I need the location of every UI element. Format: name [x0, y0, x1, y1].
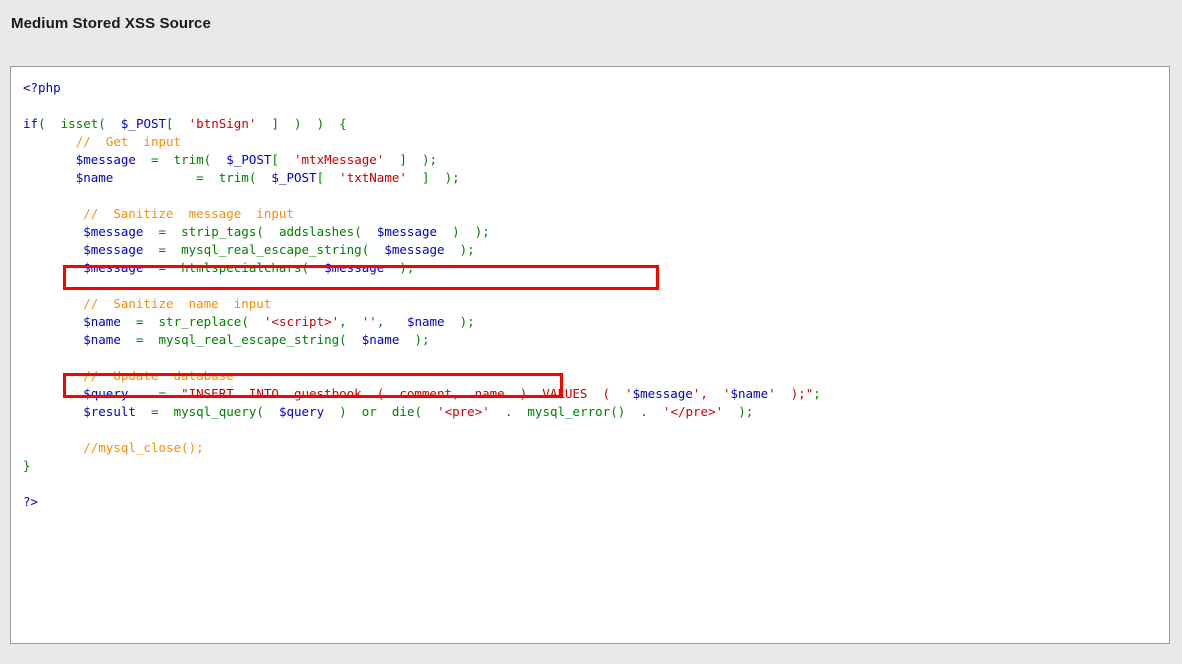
code-fn-mysql-real-escape-string: mysql_real_escape_string — [181, 242, 362, 257]
code-fn-str-replace: str_replace — [158, 314, 242, 329]
code-close-brace: } — [23, 458, 31, 473]
code-str-btnsign: 'btnSign' — [188, 116, 257, 131]
page-title: Medium Stored XSS Source — [11, 15, 211, 32]
code-str-pre-close: '</pre>' — [662, 404, 724, 419]
php-source-code: <?php if( isset( $_POST[ 'btnSign' ] ) )… — [23, 80, 821, 509]
code-php-close-tag: ?> — [23, 494, 39, 509]
code-comment-get-input: // Get input — [75, 134, 182, 149]
code-fn-mysql-error: mysql_error — [527, 404, 611, 419]
code-str-pre-open: '<pre>' — [437, 404, 490, 419]
code-php-open-tag: <?php — [23, 80, 61, 95]
code-comment-mysql-close: //mysql_close(); — [83, 440, 204, 455]
code-var-post: $_POST — [120, 116, 167, 131]
code-fn-isset: isset — [60, 116, 99, 131]
code-comment-sanitize-message: // Sanitize message input — [83, 206, 294, 221]
code-str-empty: '' — [361, 314, 377, 329]
code-str-script-tag: '<script>' — [263, 314, 340, 329]
code-keyword-if: if — [23, 116, 39, 131]
source-code-panel: <?php if( isset( $_POST[ 'btnSign' ] ) )… — [10, 66, 1170, 644]
code-fn-mysql-query: mysql_query — [173, 404, 257, 419]
code-fn-htmlspecialchars: htmlspecialchars — [181, 260, 302, 275]
code-fn-die: die — [391, 404, 415, 419]
code-fn-addslashes: addslashes — [278, 224, 355, 239]
code-fn-strip-tags: strip_tags — [181, 224, 257, 239]
code-comment-sanitize-name: // Sanitize name input — [83, 296, 272, 311]
code-comment-update-database: // Update database — [83, 368, 234, 383]
code-str-insert-query: "INSERT INTO guestbook ( comment, name )… — [181, 386, 633, 401]
